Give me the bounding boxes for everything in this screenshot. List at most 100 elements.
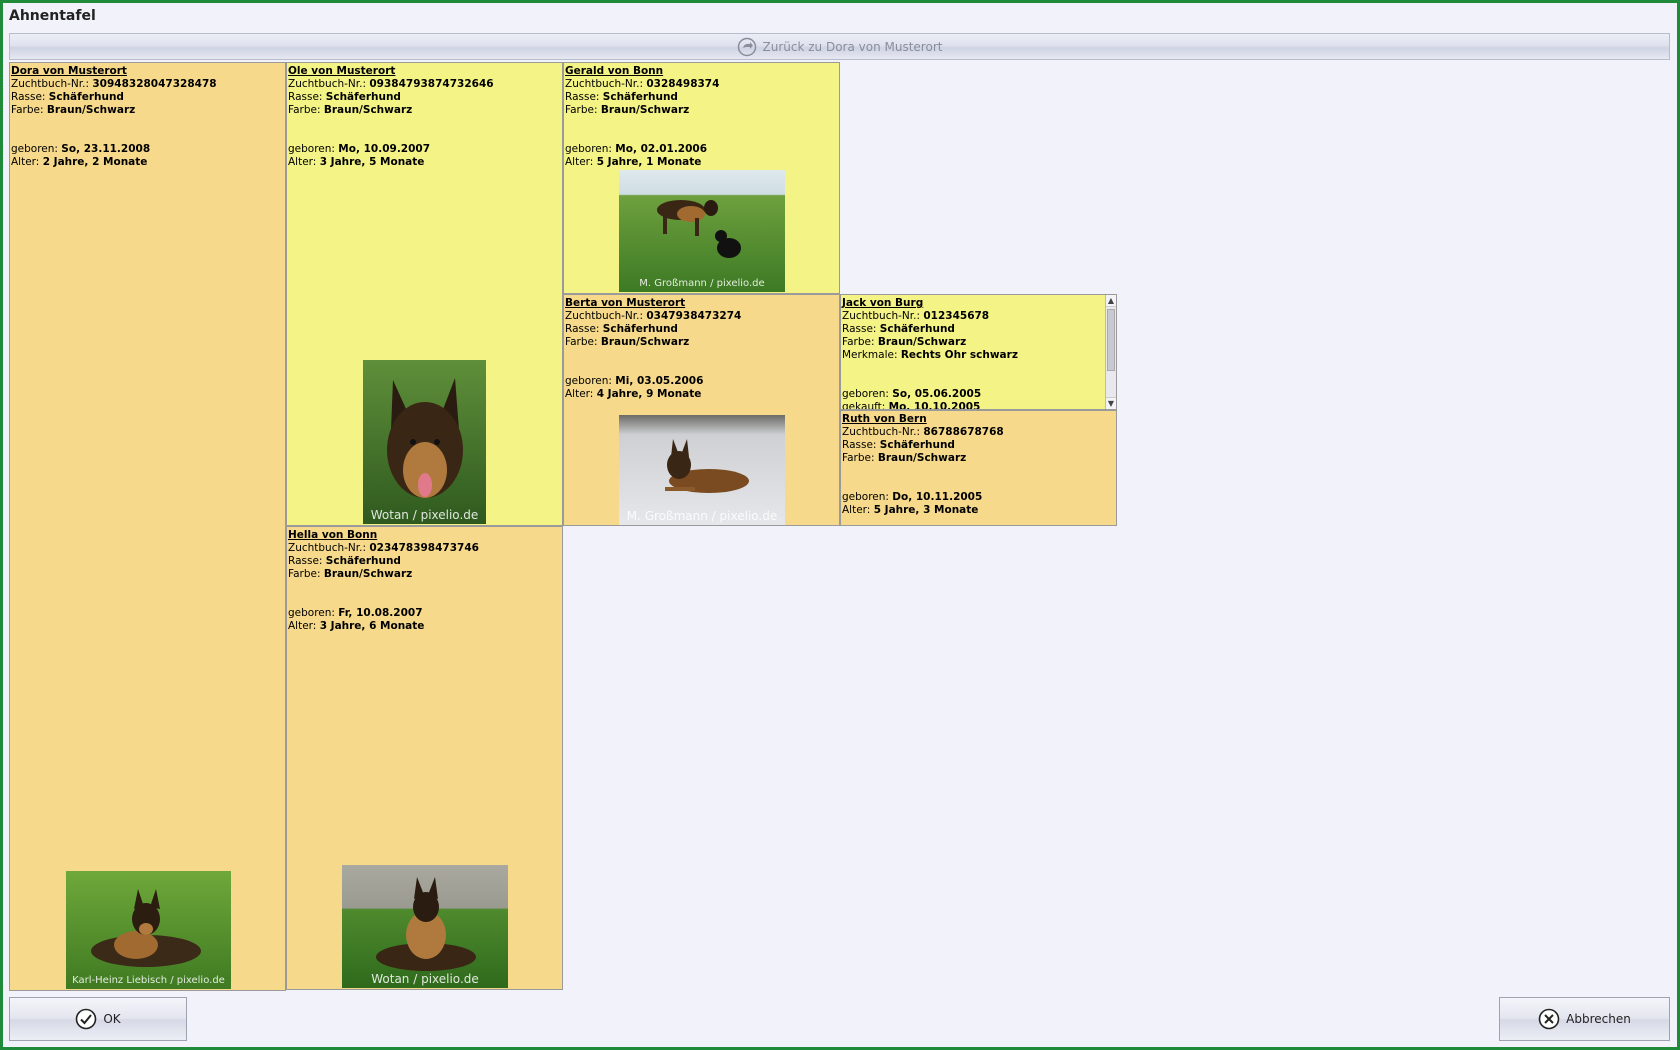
field-label: Rasse: [565,323,600,335]
field-label: geboren: [842,388,889,400]
dog-portrait-image [387,378,463,498]
scroll-thumb[interactable] [1107,309,1115,371]
dog-photo: Wotan / pixelio.de [363,360,486,524]
farbe-value: Braun/Schwarz [877,336,967,348]
geboren-value: Mo, 02.01.2006 [615,143,708,155]
farbe-value: Braun/Schwarz [600,104,690,116]
field-label: Farbe: [288,568,321,580]
field-label: geboren: [565,375,612,387]
geboren-value: So, 05.06.2005 [892,388,982,400]
farbe-value: Braun/Schwarz [323,568,413,580]
field-label: geboren: [288,143,335,155]
field-label: Rasse: [565,91,600,103]
alter-value: 4 Jahre, 9 Monate [596,388,702,400]
back-arrow-icon [737,37,756,56]
pedigree-card-jack[interactable]: Jack von Burg Zuchtbuch-Nr.: 012345678 R… [840,294,1117,410]
alter-value: 3 Jahre, 5 Monate [319,156,425,168]
field-label: Alter: [842,504,871,516]
field-label: Farbe: [842,452,875,464]
photo-caption: Karl-Heinz Liebisch / pixelio.de [72,975,225,986]
ok-button[interactable]: OK [9,997,187,1041]
field-label: Rasse: [288,555,323,567]
field-label: Merkmale: [842,349,898,361]
rasse-value: Schäferhund [879,323,955,335]
merkmale-value: Rechts Ohr schwarz [900,349,1018,361]
alter-value: 2 Jahre, 2 Monate [42,156,148,168]
cancel-button[interactable]: Abbrechen [1499,997,1670,1041]
dog-photo: M. Großmann / pixelio.de [619,170,785,292]
geboren-value: Fr, 10.08.2007 [338,607,423,619]
photo-caption: Wotan / pixelio.de [370,508,479,522]
geboren-value: Mo, 10.09.2007 [338,143,431,155]
pedigree-card-ole[interactable]: Ole von Musterort Zuchtbuch-Nr.: 0938479… [286,62,563,526]
rasse-value: Schäferhund [325,555,401,567]
field-label: Zuchtbuch-Nr.: [842,426,921,438]
farbe-value: Braun/Schwarz [323,104,413,116]
scroll-up-icon[interactable]: ▲ [1106,295,1116,307]
field-label: Farbe: [842,336,875,348]
farbe-value: Braun/Schwarz [877,452,967,464]
field-label: Alter: [565,156,594,168]
zuchtbuch-value: 0328498374 [646,78,720,90]
field-label: Farbe: [11,104,44,116]
field-label: Rasse: [842,439,877,451]
dog-name-link[interactable]: Berta von Musterort [565,297,838,310]
scroll-down-icon[interactable]: ▼ [1106,397,1116,409]
rasse-value: Schäferhund [602,91,678,103]
zuchtbuch-value: 30948328047328478 [92,78,217,90]
field-label: geboren: [565,143,612,155]
field-label: Zuchtbuch-Nr.: [842,310,921,322]
field-label: geboren: [842,491,889,503]
geboren-value: Do, 10.11.2005 [892,491,983,503]
back-button-label: Zurück zu Dora von Musterort [762,39,943,54]
window-title: Ahnentafel [9,8,96,24]
field-label: Alter: [288,156,317,168]
dog-name-link[interactable]: Gerald von Bonn [565,65,838,78]
geboren-value: So, 23.11.2008 [61,143,151,155]
dog-with-puppy-image [657,200,741,258]
field-label: Rasse: [11,91,46,103]
dog-name-link[interactable]: Dora von Musterort [11,65,284,78]
field-label: Rasse: [288,91,323,103]
rasse-value: Schäferhund [602,323,678,335]
pedigree-card-gerald[interactable]: Gerald von Bonn Zuchtbuch-Nr.: 032849837… [563,62,840,294]
field-label: Zuchtbuch-Nr.: [565,310,644,322]
field-label: Zuchtbuch-Nr.: [565,78,644,90]
gekauft-value: Mo, 10.10.2005 [888,401,981,410]
dog-photo: Karl-Heinz Liebisch / pixelio.de [66,871,231,989]
rasse-value: Schäferhund [879,439,955,451]
field-label: Zuchtbuch-Nr.: [11,78,90,90]
back-to-dog-button[interactable]: Zurück zu Dora von Musterort [9,33,1670,60]
field-label: Farbe: [288,104,321,116]
pedigree-card-ruth[interactable]: Ruth von Bern Zuchtbuch-Nr.: 86788678768… [840,410,1117,526]
checkmark-icon [76,1008,97,1030]
farbe-value: Braun/Schwarz [600,336,690,348]
dog-lying-grass-image [91,889,201,967]
ok-button-label: OK [103,1012,121,1026]
alter-value: 5 Jahre, 1 Monate [596,156,702,168]
farbe-value: Braun/Schwarz [46,104,136,116]
field-label: Zuchtbuch-Nr.: [288,78,367,90]
field-label: geboren: [288,607,335,619]
field-label: Zuchtbuch-Nr.: [288,542,367,554]
field-label: Farbe: [565,104,598,116]
zuchtbuch-value: 0347938473274 [646,310,742,322]
photo-caption: M. Großmann / pixelio.de [626,509,778,523]
dog-name-link[interactable]: Hella von Bonn [288,529,561,542]
pedigree-card-dora[interactable]: Dora von Musterort Zuchtbuch-Nr.: 309483… [9,62,286,991]
field-label: Farbe: [565,336,598,348]
pedigree-card-berta[interactable]: Berta von Musterort Zuchtbuch-Nr.: 03479… [563,294,840,526]
geboren-value: Mi, 03.05.2006 [615,375,704,387]
rasse-value: Schäferhund [325,91,401,103]
dog-name-link[interactable]: Jack von Burg [842,297,1115,310]
dog-photo: Wotan / pixelio.de [342,865,508,988]
dog-name-link[interactable]: Ruth von Bern [842,413,1115,426]
rasse-value: Schäferhund [48,91,124,103]
dog-name-link[interactable]: Ole von Musterort [288,65,561,78]
alter-value: 5 Jahre, 3 Monate [873,504,979,516]
photo-caption: Wotan / pixelio.de [371,972,479,986]
pedigree-card-hella[interactable]: Hella von Bonn Zuchtbuch-Nr.: 0234783984… [286,526,563,990]
card-scrollbar[interactable]: ▲ ▼ [1105,295,1116,409]
zuchtbuch-value: 012345678 [923,310,990,322]
field-label: gekauft: [842,401,886,410]
